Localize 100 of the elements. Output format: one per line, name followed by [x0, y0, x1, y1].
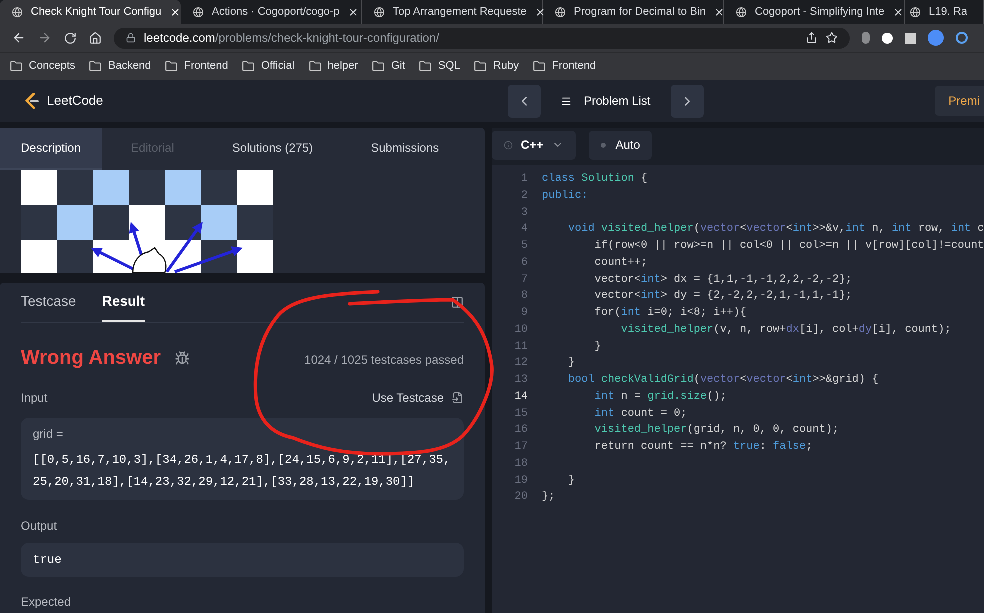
code-line: return count == n*n? true: false;	[594, 440, 813, 455]
line-number: 5	[520, 239, 528, 254]
line-number: 10	[514, 322, 528, 338]
line-number: 4	[520, 222, 528, 238]
line-number: 2	[520, 188, 528, 204]
code-line: }	[567, 474, 576, 488]
bookmark-folder[interactable]: Official	[242, 58, 295, 75]
url-text: leetcode.com/problems/check-knight-tour-configuration/	[144, 30, 440, 47]
forward-icon[interactable]	[38, 31, 52, 45]
line-number: 20	[514, 490, 528, 506]
line-number: 14	[514, 390, 528, 405]
use-testcase-button[interactable]: Use Testcase	[372, 388, 464, 406]
tab-title: Check Knight Tour Configu	[31, 4, 162, 20]
logo-icon	[25, 92, 39, 110]
address-field[interactable]: leetcode.com/problems/check-knight-tour-configuration/	[114, 28, 850, 48]
problem-list-button[interactable]: Problem List	[557, 92, 655, 110]
line-number: 8	[520, 289, 528, 304]
reload-icon[interactable]	[64, 32, 77, 44]
output-value: true	[33, 552, 62, 569]
site-icon	[374, 6, 385, 18]
line-number: 11	[514, 340, 528, 354]
back-icon[interactable]	[12, 31, 26, 45]
bookmark-folder[interactable]: Frontend	[165, 58, 228, 75]
code-line: visited_helper(v, n, row+dx[i], col+dy[i], count);	[620, 322, 952, 338]
panel-tab[interactable]: Solutions (275)	[203, 128, 342, 170]
code-editor[interactable]	[492, 165, 984, 613]
testcases-passed-text: 1024 / 1025 testcases passed	[304, 352, 464, 369]
bug-icon[interactable]	[175, 350, 190, 366]
file-icon	[452, 392, 464, 404]
bookmark-folder[interactable]: Git	[372, 58, 406, 75]
tab-title: L19. Ra	[929, 4, 969, 20]
bookmark-folder[interactable]: Backend	[89, 58, 152, 75]
code-line: if(row<0 || row>=n || col<0 || col>=n || v[row][col]!=count	[594, 239, 984, 254]
folder-icon	[308, 60, 322, 73]
line-number: 3	[520, 206, 528, 220]
premium-button[interactable]: Premi	[934, 86, 984, 116]
result-tab[interactable]: Result	[102, 283, 146, 322]
close-icon[interactable]	[348, 6, 359, 18]
layout-icon[interactable]	[451, 296, 464, 309]
code-line: count++;	[594, 256, 648, 271]
site-icon	[555, 6, 566, 18]
auto-mode-button[interactable]: Auto	[588, 130, 652, 160]
line-number: 12	[514, 356, 528, 372]
code-line: }	[594, 340, 602, 354]
code-line: visited_helper(grid, n, 0, 0, count);	[594, 423, 840, 438]
browser-tab[interactable]: Check Knight Tour Configu	[0, 0, 181, 24]
info-icon	[504, 140, 513, 150]
close-icon[interactable]	[534, 6, 546, 18]
folder-icon	[372, 60, 386, 73]
tab-title: Cogoport - Simplifying Inte	[755, 4, 885, 20]
code-line: int count = 0;	[594, 406, 688, 422]
line-number: 16	[514, 423, 528, 438]
panel-tab[interactable]: Description	[0, 128, 102, 170]
line-number: 15	[514, 406, 528, 422]
site-icon	[12, 6, 23, 18]
status-text: Wrong Answer	[21, 346, 162, 371]
bookmark-folder[interactable]: Concepts	[10, 58, 76, 75]
bookmark-folder[interactable]: SQL	[419, 58, 460, 75]
input-value: [[0,5,16,7,10,3],[34,26,1,4,17,8],[24,15,6,9,2,11],[27,35,25,20,31,18],[14,23,32,29,12,21],[33,28,13,22,19,30]]	[33, 452, 452, 491]
code-line: vector<int> dy = {2,-2,2,-2,1,-1,1,-1};	[594, 289, 852, 304]
list-icon	[561, 96, 572, 106]
share-icon[interactable]	[806, 32, 818, 44]
folder-icon	[533, 60, 546, 73]
logo-text[interactable]: LeetCode	[47, 91, 104, 111]
site-icon	[736, 6, 747, 18]
code-line: class Solution {	[541, 172, 648, 187]
home-icon[interactable]	[89, 32, 102, 44]
code-line: };	[541, 490, 556, 506]
language-select[interactable]: C++	[492, 130, 576, 160]
folder-icon	[474, 60, 488, 73]
folder-icon	[242, 60, 256, 73]
bookmark-star-icon[interactable]	[826, 32, 838, 44]
lock-icon	[126, 33, 136, 43]
variable-name: grid =	[33, 426, 64, 443]
close-icon[interactable]	[170, 6, 181, 18]
bookmark-folder[interactable]: helper	[308, 58, 358, 75]
tab-title: Top Arrangement Requeste	[393, 4, 527, 20]
line-number: 7	[520, 272, 528, 288]
line-number: 18	[514, 456, 528, 472]
expected-label: Expected	[21, 594, 72, 611]
folder-icon	[10, 60, 23, 73]
code-line: void visited_helper(vector<vector<int>>&v,int n, int row, int c	[567, 222, 984, 238]
line-number: 17	[514, 440, 528, 455]
folder-icon	[419, 60, 432, 73]
close-icon[interactable]	[892, 6, 904, 18]
bookmark-folder[interactable]: Frontend	[533, 58, 596, 75]
line-number: 13	[514, 373, 528, 388]
panel-tab[interactable]: Submissions	[342, 128, 468, 170]
output-label: Output	[21, 518, 58, 535]
code-line: for(int i=0; i<8; i++){	[594, 306, 747, 321]
code-line: public:	[541, 188, 588, 204]
result-tab[interactable]: Testcase	[21, 283, 76, 322]
bookmark-folder[interactable]: Ruby	[474, 58, 520, 75]
site-icon	[910, 6, 921, 18]
close-icon[interactable]	[714, 6, 726, 18]
code-line: vector<int> dx = {1,1,-1,-1,2,2,-2,-2};	[594, 272, 852, 288]
tab-title: Program for Decimal to Bin	[574, 4, 706, 20]
code-line: }	[567, 356, 576, 372]
code-line: bool checkValidGrid(vector<vector<int>>&grid) {	[567, 373, 879, 388]
code-line: int n = grid.size();	[594, 390, 727, 405]
